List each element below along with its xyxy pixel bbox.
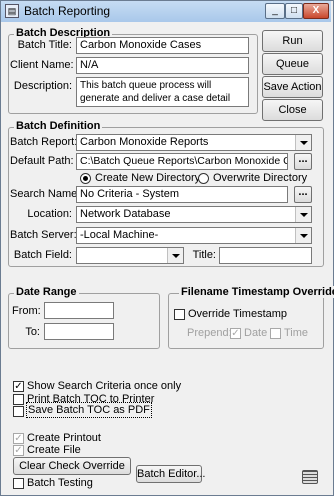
filename-timestamp-title: Filename Timestamp Override	[179, 286, 334, 298]
show-search-criteria-checkbox[interactable]: ✓	[13, 381, 24, 392]
batch-server-select[interactable]: -Local Machine-	[76, 227, 312, 244]
clear-check-override-button[interactable]: Clear Check Override	[13, 457, 131, 475]
description-label: Description:	[13, 80, 72, 92]
batch-title-label: Batch Title:	[17, 39, 72, 51]
search-name-label: Search Name:	[10, 188, 81, 200]
app-icon: ▤	[5, 4, 19, 18]
default-path-input[interactable]: C:\Batch Queue Reports\Carbon Monoxide C…	[76, 153, 288, 170]
minimize-button[interactable]: _	[265, 3, 285, 19]
from-label: From:	[12, 305, 41, 317]
batch-testing-label: Batch Testing	[27, 477, 93, 489]
batch-report-value: Carbon Monoxide Reports	[80, 136, 209, 148]
location-select[interactable]: Network Database	[76, 206, 312, 223]
client-name-label: Client Name:	[10, 59, 74, 71]
date-range-title: Date Range	[14, 286, 79, 298]
override-timestamp-label: Override Timestamp	[188, 308, 288, 320]
batch-field-label: Batch Field:	[13, 249, 72, 261]
create-printout-checkbox[interactable]: ✓	[13, 433, 24, 444]
save-batch-toc-pdf-label: Save Batch TOC as PDF	[26, 402, 152, 418]
close-button[interactable]: Close	[262, 99, 323, 121]
batch-report-select[interactable]: Carbon Monoxide Reports	[76, 134, 312, 151]
chevron-down-icon[interactable]	[167, 248, 183, 263]
location-value: Network Database	[80, 208, 171, 220]
prepend-date-label: Date	[244, 327, 268, 339]
batch-testing-checkbox[interactable]	[13, 478, 24, 489]
browse-search-button[interactable]: ...	[294, 186, 312, 203]
title-field-label: Title:	[192, 249, 216, 261]
chevron-down-icon[interactable]	[295, 228, 311, 243]
batch-server-value: -Local Machine-	[80, 229, 159, 241]
print-batch-toc-checkbox[interactable]	[13, 394, 24, 405]
to-date-input[interactable]	[44, 323, 114, 340]
chevron-down-icon[interactable]	[295, 135, 311, 150]
batch-definition-title: Batch Definition	[14, 120, 103, 132]
create-new-directory-label: Create New Directory	[95, 172, 201, 184]
overwrite-directory-radio[interactable]	[198, 173, 209, 184]
prepend-date-checkbox[interactable]: ✓	[230, 328, 241, 339]
queue-list-icon[interactable]	[302, 470, 318, 484]
from-date-input[interactable]	[44, 302, 114, 319]
save-batch-toc-pdf-checkbox[interactable]	[13, 406, 24, 417]
save-action-button[interactable]: Save Action	[262, 76, 323, 98]
window-title: Batch Reporting	[24, 4, 111, 18]
maximize-button[interactable]: □	[285, 3, 303, 19]
close-window-button[interactable]: X	[303, 3, 329, 19]
batch-title-input[interactable]: Carbon Monoxide Cases	[76, 37, 249, 54]
override-timestamp-checkbox[interactable]	[174, 309, 185, 320]
prepend-time-checkbox[interactable]	[270, 328, 281, 339]
default-path-label: Default Path:	[10, 155, 74, 167]
batch-server-label: Batch Server:	[10, 229, 77, 241]
create-file-label: Create File	[27, 444, 81, 456]
location-label: Location:	[27, 208, 72, 220]
title-field-input[interactable]	[219, 247, 312, 264]
description-textarea[interactable]: This batch queue process will generate a…	[76, 77, 249, 107]
batch-editor-button[interactable]: Batch Editor...	[136, 465, 205, 483]
run-button[interactable]: Run	[262, 30, 323, 52]
search-name-input[interactable]: No Criteria - System	[76, 186, 288, 203]
queue-button[interactable]: Queue	[262, 53, 323, 75]
batch-report-label: Batch Report:	[10, 136, 78, 148]
prepend-label: Prepend:	[187, 327, 232, 339]
prepend-time-label: Time	[284, 327, 309, 339]
create-file-checkbox[interactable]: ✓	[13, 445, 24, 456]
browse-path-button[interactable]: ...	[294, 153, 312, 170]
overwrite-directory-label: Overwrite Directory	[213, 172, 308, 184]
batch-field-select[interactable]	[76, 247, 184, 264]
chevron-down-icon[interactable]	[295, 207, 311, 222]
to-label: To:	[25, 326, 40, 338]
client-name-input[interactable]: N/A	[76, 57, 249, 74]
create-new-directory-radio[interactable]	[80, 173, 91, 184]
